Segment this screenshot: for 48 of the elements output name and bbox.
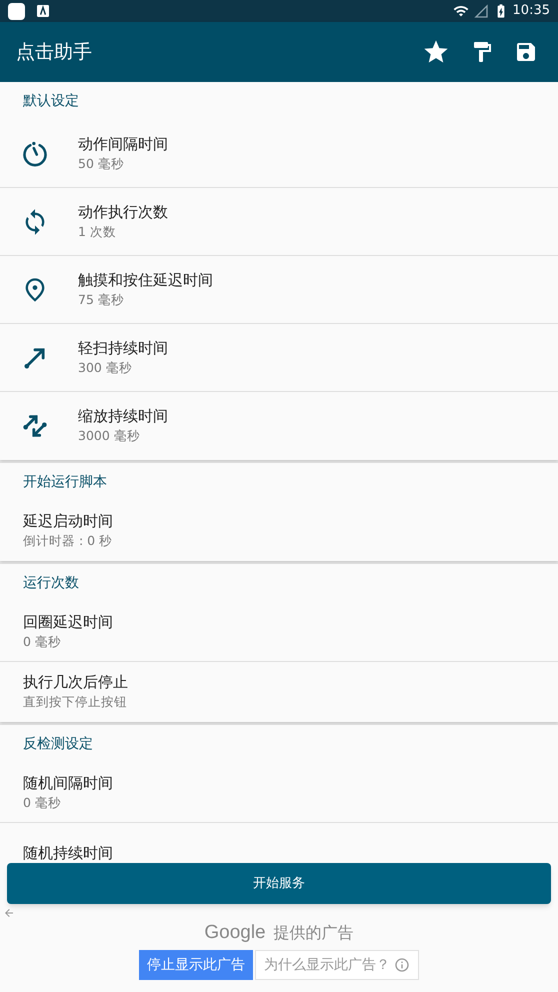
- app-title: 点击助手: [16, 40, 93, 65]
- stop-ad-button[interactable]: 停止显示此广告: [139, 950, 253, 980]
- settings-item[interactable]: 延迟启动时间 倒计时器 : 0 秒: [0, 501, 558, 561]
- wifi-icon: [452, 3, 469, 19]
- settings-item[interactable]: 动作间隔时间 50 毫秒: [0, 120, 558, 188]
- section-header: 运行次数: [23, 574, 79, 592]
- item-subtitle: 300 毫秒: [78, 358, 133, 376]
- item-subtitle: 75 毫秒: [78, 290, 125, 308]
- item-subtitle: 1 次数: [78, 222, 117, 240]
- back-arrow-icon: [3, 907, 15, 919]
- item-title: 动作间隔时间: [78, 134, 168, 154]
- item-title: 轻扫持续时间: [78, 338, 168, 358]
- clock: 10:35: [512, 2, 550, 20]
- item-title: 回圈延迟时间: [23, 612, 113, 632]
- item-title: 随机间隔时间: [23, 772, 113, 792]
- item-subtitle: 直到按下停止按钮: [23, 693, 128, 711]
- settings-item[interactable]: 随机间隔时间 0 毫秒: [0, 763, 558, 823]
- settings-item[interactable]: 执行几次后停止 直到按下停止按钮: [0, 662, 558, 722]
- settings-item[interactable]: 触摸和按住延迟时间 75 毫秒: [0, 256, 558, 324]
- settings-item[interactable]: 回圈延迟时间 0 毫秒: [0, 602, 558, 662]
- pinch-arrows-icon: [21, 412, 49, 440]
- item-subtitle: 倒计时器 : 0 秒: [23, 532, 113, 550]
- item-title: 缩放持续时间: [78, 406, 168, 426]
- ad-brand: Google: [204, 920, 266, 945]
- item-title: 动作执行次数: [78, 202, 168, 222]
- settings-item[interactable]: 随机持续时间: [0, 823, 558, 865]
- save-icon: [514, 40, 538, 64]
- start-service-button[interactable]: 开始服务: [7, 863, 551, 904]
- item-title: 执行几次后停止: [23, 672, 128, 692]
- item-subtitle: 0 毫秒: [23, 794, 62, 812]
- item-subtitle: 3000 毫秒: [78, 427, 141, 445]
- no-signal-icon: [472, 3, 489, 19]
- section-header: 开始运行脚本: [23, 472, 107, 492]
- app-notification-icon: [8, 2, 25, 20]
- item-title: 随机持续时间: [23, 843, 113, 863]
- settings-item[interactable]: 轻扫持续时间 300 毫秒: [0, 324, 558, 392]
- item-title: 延迟启动时间: [23, 511, 113, 531]
- section-header: 默认设定: [23, 92, 79, 110]
- item-subtitle: 50 毫秒: [78, 154, 125, 172]
- item-subtitle: 0 毫秒: [23, 632, 62, 650]
- timer-icon: [21, 140, 49, 168]
- notification-icon: [37, 5, 49, 17]
- settings-item[interactable]: 动作执行次数 1 次数: [0, 188, 558, 256]
- ad-label: 提供的广告: [274, 922, 354, 944]
- info-icon: [394, 957, 410, 973]
- section-header: 反检测设定: [23, 734, 93, 754]
- item-title: 触摸和按住延迟时间: [78, 270, 213, 290]
- settings-item[interactable]: 缩放持续时间 3000 毫秒: [0, 392, 558, 460]
